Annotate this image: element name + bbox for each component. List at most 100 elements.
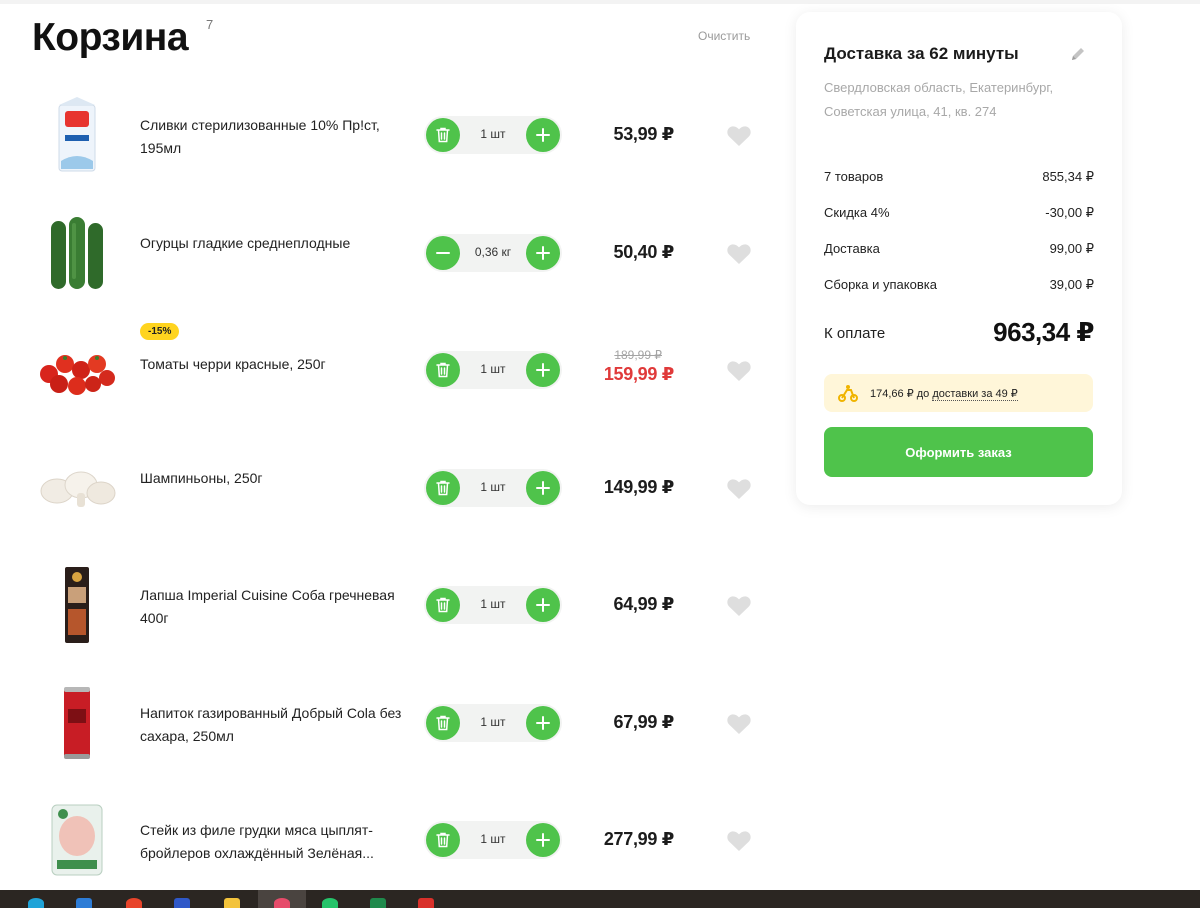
favorite-heart-icon[interactable]: [726, 594, 752, 618]
trash-icon: [436, 832, 450, 848]
cart-item: Шампиньоны, 250г 1 шт 149,99 ₽: [0, 431, 780, 549]
favorite-heart-icon[interactable]: [726, 359, 752, 383]
page-title: Корзина: [32, 16, 189, 59]
quantity-value: 1 шт: [480, 714, 506, 729]
noodles-pack-icon: [65, 567, 89, 643]
item-price: 53,99 ₽: [613, 124, 675, 144]
cola-can-icon: [64, 686, 90, 759]
quantity-stepper: 1 шт: [424, 586, 562, 624]
favorite-heart-icon[interactable]: [726, 477, 752, 501]
quantity-value: 0,36 кг: [474, 244, 512, 259]
quantity-stepper: 0,36 кг: [424, 233, 562, 272]
item-old-price: 189,99 ₽: [614, 348, 662, 362]
top-divider: [0, 0, 1200, 4]
cart-item: -15% Томаты черри красные, 250г 1 шт 189…: [0, 313, 780, 431]
remove-item-button[interactable]: [426, 470, 460, 505]
product-image[interactable]: [34, 797, 120, 883]
product-name[interactable]: Огурцы гладкие среднеплодные: [140, 232, 402, 255]
trash-icon: [436, 715, 450, 730]
increase-quantity-button[interactable]: [526, 235, 560, 270]
free-delivery-text: 174,66 ₽ до доставки за 49 ₽: [870, 387, 1018, 401]
quantity-stepper: 1 шт: [424, 351, 562, 389]
file-explorer-icon[interactable]: [224, 898, 240, 908]
product-image[interactable]: [34, 327, 120, 413]
plus-icon: [536, 245, 550, 260]
product-name[interactable]: Сливки стерилизованные 10% Пр!ст, 195мл: [140, 114, 402, 160]
increase-quantity-button[interactable]: [526, 470, 560, 505]
pdf-reader-icon[interactable]: [418, 898, 434, 908]
excel-icon[interactable]: [370, 898, 386, 908]
item-price: 64,99 ₽: [613, 594, 675, 614]
product-name[interactable]: Лапша Imperial Cuisine Соба гречневая 40…: [140, 584, 402, 630]
document-app-icon[interactable]: [174, 898, 190, 908]
quantity-value: 1 шт: [480, 362, 506, 376]
yandex-browser-icon[interactable]: [126, 898, 142, 908]
total-value: 963,34 ₽: [993, 317, 1094, 347]
quantity-value: 1 шт: [480, 832, 506, 846]
item-sale-price: 159,99 ₽: [603, 364, 674, 384]
delivery-time-title: Доставка за 62 минуты: [824, 44, 1019, 63]
quantity-stepper: 1 шт: [424, 703, 562, 742]
cart-item: Огурцы гладкие среднеплодные 0,36 кг 50,…: [0, 196, 780, 314]
mushroom-icon: [40, 471, 116, 507]
trash-icon: [436, 480, 450, 495]
delivery-address[interactable]: Свердловская область, Екатеринбург, Сове…: [824, 76, 1100, 124]
remove-item-button[interactable]: [426, 588, 460, 622]
summary-label: 7 товаров: [824, 169, 884, 184]
summary-label: Скидка 4%: [824, 205, 890, 220]
summary-value: 39,00 ₽: [1049, 277, 1094, 292]
increase-quantity-button[interactable]: [526, 118, 560, 152]
outlook-icon[interactable]: [76, 898, 92, 908]
remove-item-button[interactable]: [426, 705, 460, 740]
free-delivery-hint[interactable]: 174,66 ₽ до доставки за 49 ₽: [824, 374, 1093, 412]
summary-line-items: 7 товаров 855,34 ₽: [824, 169, 1094, 184]
discount-badge: -15%: [140, 323, 180, 340]
item-price: 67,99 ₽: [613, 711, 675, 732]
product-name[interactable]: Стейк из филе грудки мяса цыплят-бройлер…: [140, 819, 402, 865]
favorite-heart-icon[interactable]: [726, 124, 752, 148]
checkout-button[interactable]: Оформить заказ: [824, 427, 1093, 477]
product-image[interactable]: [34, 562, 120, 648]
quantity-stepper: 1 шт: [424, 468, 562, 507]
increase-quantity-button[interactable]: [526, 353, 560, 387]
edge-browser-icon[interactable]: [28, 898, 44, 908]
clear-cart-link[interactable]: Очистить: [698, 29, 750, 43]
item-price: 149,99 ₽: [603, 476, 674, 497]
decrease-quantity-button[interactable]: [426, 235, 460, 270]
promo-delivery-link[interactable]: доставки за 49 ₽: [932, 388, 1018, 401]
product-name[interactable]: Напиток газированный Добрый Cola без сах…: [140, 702, 402, 748]
product-name[interactable]: Шампиньоны, 250г: [140, 467, 402, 490]
product-name[interactable]: Томаты черри красные, 250г: [140, 353, 402, 376]
pencil-icon[interactable]: [1070, 46, 1086, 62]
remove-item-button[interactable]: [426, 118, 460, 152]
browser-app-icon[interactable]: [274, 898, 290, 908]
item-price: 277,99 ₽: [603, 829, 674, 849]
product-image[interactable]: [34, 210, 120, 296]
cherry-tomato-icon: [40, 355, 115, 395]
plus-icon: [536, 833, 550, 847]
favorite-heart-icon[interactable]: [726, 829, 752, 853]
product-image[interactable]: [34, 92, 120, 178]
quantity-value: 1 шт: [480, 597, 506, 611]
product-image[interactable]: [34, 680, 120, 766]
product-image[interactable]: [34, 445, 120, 531]
increase-quantity-button[interactable]: [526, 823, 560, 857]
cream-carton-icon: [58, 97, 96, 172]
quantity-value: 1 шт: [480, 127, 506, 141]
favorite-heart-icon[interactable]: [726, 712, 752, 736]
increase-quantity-button[interactable]: [526, 705, 560, 740]
whatsapp-icon[interactable]: [322, 898, 338, 908]
address-line: Свердловская область, Екатеринбург,: [824, 80, 1054, 95]
summary-line-delivery: Доставка 99,00 ₽: [824, 241, 1094, 256]
remove-item-button[interactable]: [426, 353, 460, 387]
address-line: Советская улица, 41, кв. 274: [824, 104, 997, 119]
plus-icon: [536, 598, 550, 612]
summary-line-packing: Сборка и упаковка 39,00 ₽: [824, 277, 1094, 292]
increase-quantity-button[interactable]: [526, 588, 560, 622]
trash-icon: [436, 127, 450, 143]
plus-icon: [536, 363, 550, 377]
plus-icon: [536, 715, 550, 730]
favorite-heart-icon[interactable]: [726, 242, 752, 266]
minus-icon: [436, 251, 450, 254]
remove-item-button[interactable]: [426, 823, 460, 857]
